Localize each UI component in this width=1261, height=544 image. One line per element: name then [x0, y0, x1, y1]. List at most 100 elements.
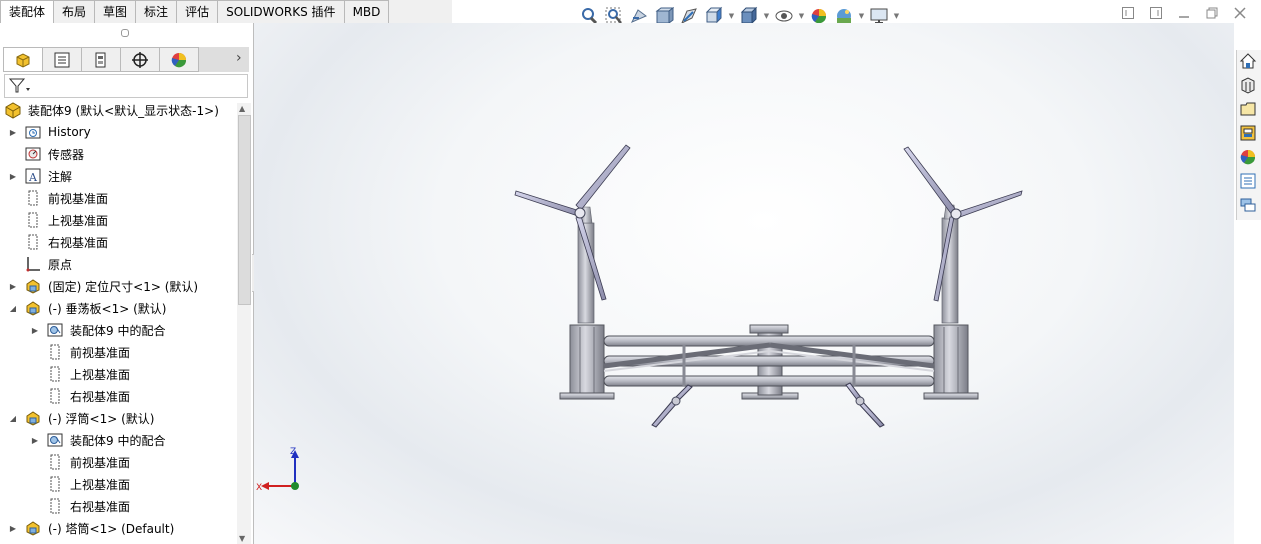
appearances-icon[interactable] — [1237, 146, 1259, 168]
part-icon — [24, 299, 42, 317]
collapse-arrow-icon[interactable]: ◢ — [8, 414, 18, 423]
tree-item-front-plane[interactable]: 前视基准面 — [46, 451, 130, 473]
expand-arrow-icon[interactable]: ▶ — [8, 282, 18, 291]
panel-left-icon[interactable] — [1121, 6, 1135, 20]
chevron-down-icon[interactable]: ▼ — [858, 12, 865, 20]
tree-item-label: 装配体9 中的配合 — [70, 323, 166, 338]
tree-item-front-plane[interactable]: 前视基准面 — [46, 341, 130, 363]
origin-icon — [24, 255, 42, 273]
feature-tree-filter[interactable] — [4, 74, 248, 98]
tree-item-label: 右视基准面 — [70, 389, 131, 404]
tree-item-origin[interactable]: 原点 — [24, 253, 72, 275]
tree-item-label: 前视基准面 — [70, 345, 131, 360]
collapse-arrow-icon[interactable]: ◢ — [8, 304, 18, 313]
tree-item-top-plane[interactable]: 上视基准面 — [46, 473, 130, 495]
expand-arrow-icon[interactable]: ▶ — [30, 436, 40, 445]
plane-icon — [24, 233, 42, 251]
tree-item-sensors[interactable]: 传感器 — [24, 143, 84, 165]
plane-icon — [24, 211, 42, 229]
tab-sketch[interactable]: 草图 — [95, 0, 137, 24]
tab-evaluate[interactable]: 评估 — [177, 0, 219, 24]
expand-arrow-icon[interactable]: ▶ — [30, 326, 40, 335]
tree-item-front-plane[interactable]: 前视基准面 — [24, 187, 108, 209]
tree-item-label: (固定) 定位尺寸<1> (默认) — [48, 279, 199, 294]
chevron-right-icon[interactable]: › — [236, 50, 242, 66]
design-library-icon[interactable] — [1237, 74, 1259, 96]
tree-item-top-plane[interactable]: 上视基准面 — [46, 363, 130, 385]
minimize-icon[interactable] — [1177, 6, 1191, 20]
chevron-down-icon[interactable]: ▼ — [893, 12, 900, 20]
panel-right-icon[interactable] — [1149, 6, 1163, 20]
tree-root-assembly[interactable]: 装配体9 (默认<默认_显示状态-1>) — [4, 99, 219, 121]
tab-assembly[interactable]: 装配体 — [0, 0, 55, 24]
floating-wind-platform-model[interactable] — [254, 23, 1234, 544]
assembly-icon — [4, 101, 22, 119]
tab-markup[interactable]: 标注 — [136, 0, 178, 24]
tree-item-right-plane[interactable]: 右视基准面 — [46, 495, 130, 517]
part-icon — [24, 519, 42, 537]
feature-manager-tab-icon[interactable] — [3, 47, 43, 72]
platform-hull — [559, 324, 979, 400]
window-controls — [1121, 6, 1247, 20]
plane-icon — [46, 387, 64, 405]
plane-icon — [46, 475, 64, 493]
tree-item-mates[interactable]: ▶ 装配体9 中的配合 — [30, 319, 165, 341]
tree-item-history[interactable]: ▶ History — [8, 121, 91, 143]
chevron-down-icon[interactable]: ▼ — [798, 12, 805, 20]
triad-z-label: Z — [290, 447, 296, 457]
tree-item-label: 上视基准面 — [48, 213, 109, 228]
expand-arrow-icon[interactable]: ▶ — [8, 524, 18, 533]
tree-item-label: 右视基准面 — [70, 499, 131, 514]
panel-grip-icon[interactable] — [121, 29, 129, 37]
tree-scrollbar[interactable]: ▲ ▼ — [237, 103, 251, 544]
tab-layout[interactable]: 布局 — [54, 0, 96, 24]
expand-arrow-icon[interactable]: ▶ — [8, 172, 18, 181]
expand-arrow-icon[interactable]: ▶ — [8, 128, 18, 137]
svg-text:A: A — [28, 171, 38, 184]
dimxpert-manager-tab-icon[interactable] — [121, 47, 160, 72]
restore-icon[interactable] — [1205, 6, 1219, 20]
scrollbar-thumb[interactable] — [238, 115, 251, 305]
property-manager-tab-icon[interactable] — [43, 47, 82, 72]
plane-icon — [46, 343, 64, 361]
tree-item-label: 原点 — [48, 257, 73, 272]
chevron-down-icon[interactable]: ▼ — [728, 12, 735, 20]
tab-solidworks-addins[interactable]: SOLIDWORKS 插件 — [218, 0, 345, 24]
scroll-up-icon[interactable]: ▲ — [239, 104, 245, 113]
task-pane — [1236, 50, 1261, 220]
home-icon[interactable] — [1237, 50, 1259, 72]
feature-tree: 装配体9 (默认<默认_显示状态-1>) ▶ History 传感器 ▶ A 注… — [0, 98, 238, 544]
tree-item-annotations[interactable]: ▶ A 注解 — [8, 165, 72, 187]
tree-item-right-plane[interactable]: 右视基准面 — [46, 385, 130, 407]
file-explorer-icon[interactable] — [1237, 98, 1259, 120]
tree-item-component-positioning[interactable]: ▶ (固定) 定位尺寸<1> (默认) — [8, 275, 198, 297]
tree-item-component-pontoon[interactable]: ◢ (-) 浮筒<1> (默认) — [8, 407, 154, 429]
history-folder-icon — [24, 123, 42, 141]
panel-manager-tabs — [3, 47, 249, 72]
scroll-down-icon[interactable]: ▼ — [239, 534, 245, 543]
sensor-icon — [24, 145, 42, 163]
chevron-down-icon[interactable]: ▼ — [763, 12, 770, 20]
tree-item-label: (-) 浮筒<1> (默认) — [48, 411, 155, 426]
tree-item-right-plane[interactable]: 右视基准面 — [24, 231, 108, 253]
display-manager-tab-icon[interactable] — [160, 47, 199, 72]
tree-item-label: 上视基准面 — [70, 477, 131, 492]
tree-item-top-plane[interactable]: 上视基准面 — [24, 209, 108, 231]
tree-item-mates[interactable]: ▶ 装配体9 中的配合 — [30, 429, 165, 451]
view-palette-icon[interactable] — [1237, 122, 1259, 144]
tree-root-label: 装配体9 (默认<默认_显示状态-1>) — [28, 103, 219, 118]
left-turbine — [514, 144, 631, 324]
tree-item-component-heave-plate[interactable]: ◢ (-) 垂荡板<1> (默认) — [8, 297, 166, 319]
tree-item-label: 右视基准面 — [48, 235, 109, 250]
tree-item-label: 前视基准面 — [70, 455, 131, 470]
mates-icon — [46, 431, 64, 449]
close-icon[interactable] — [1233, 6, 1247, 20]
part-icon — [24, 409, 42, 427]
tree-item-component-tower[interactable]: ▶ (-) 塔筒<1> (Default) — [8, 517, 174, 539]
forum-icon[interactable] — [1237, 194, 1259, 216]
tab-mbd[interactable]: MBD — [344, 0, 390, 24]
custom-properties-icon[interactable] — [1237, 170, 1259, 192]
configuration-manager-tab-icon[interactable] — [82, 47, 121, 72]
graphics-area[interactable] — [254, 23, 1234, 544]
filter-icon[interactable] — [8, 77, 31, 97]
